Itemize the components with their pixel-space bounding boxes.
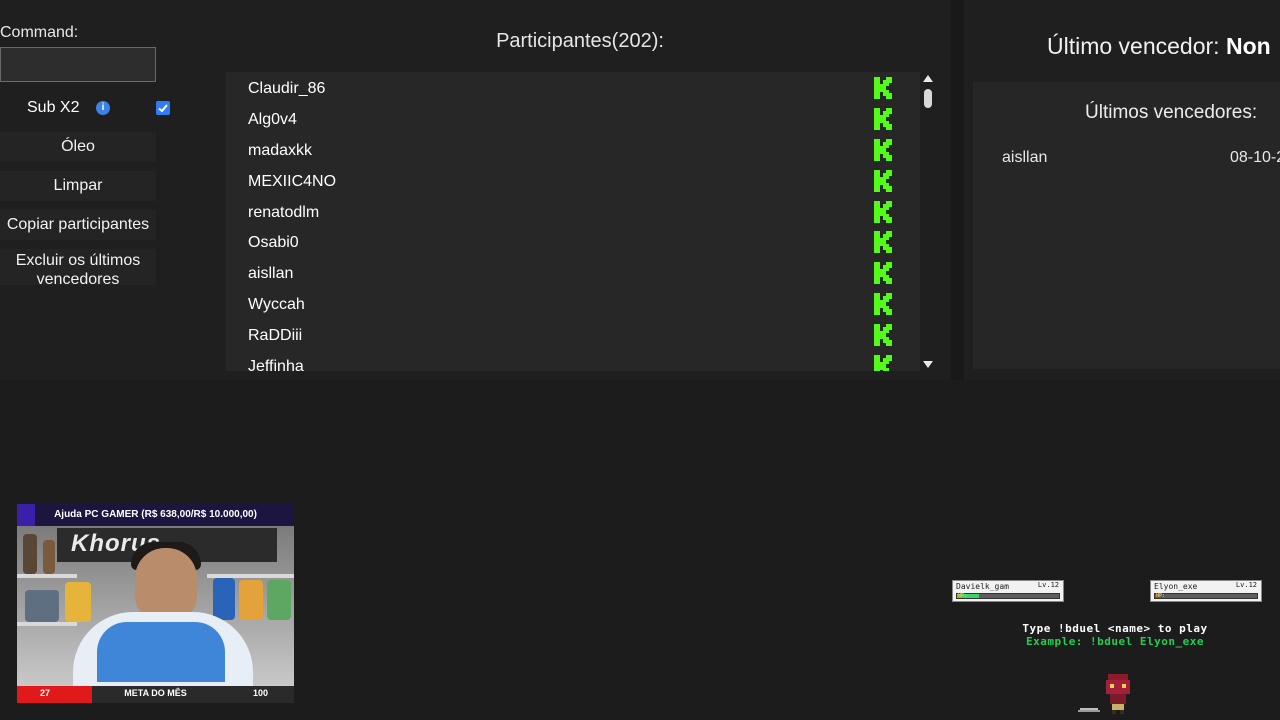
kick-logo-icon: [874, 77, 892, 99]
sub-x2-checkbox[interactable]: [156, 101, 170, 115]
participant-row[interactable]: Osabi0: [226, 226, 920, 257]
scroll-up-arrow-icon[interactable]: [923, 75, 933, 82]
player2-name: Elyon_exe: [1154, 582, 1198, 591]
player1-level: Lv.12: [1037, 581, 1059, 589]
delete-last-winners-label-2: vencedores: [36, 271, 120, 288]
last-winners-title: Últimos vencedores:: [1085, 102, 1258, 123]
checkmark-icon: [158, 104, 168, 113]
participant-row[interactable]: Alg0v4: [226, 103, 920, 134]
participant-row[interactable]: aisllan: [226, 257, 920, 288]
participant-name: aisllan: [248, 265, 294, 283]
player2-hp-card: Elyon_exe Lv.12 HP:: [1150, 580, 1262, 602]
player1-hp-card: Davielk_gam Lv.12 HP:: [952, 580, 1064, 602]
shelf: [17, 574, 77, 578]
panel-divider: [950, 0, 964, 380]
participant-name: RaDDiii: [248, 327, 303, 345]
duel-character-sprite-icon: [1106, 674, 1130, 714]
webcam-video: Khorus: [17, 526, 294, 692]
sprite-shadow-icon: [1078, 708, 1100, 712]
collectible-figure: [267, 580, 291, 620]
collectible-figure: [25, 590, 59, 622]
player2-level: Lv.12: [1235, 581, 1257, 589]
info-icon[interactable]: i: [96, 101, 110, 115]
donation-goal-text: Ajuda PC GAMER (R$ 638,00/R$ 10.000,00): [54, 509, 257, 520]
participants-scrollbar[interactable]: [920, 72, 936, 371]
copy-participants-button[interactable]: Copiar participantes: [0, 210, 156, 240]
winner-row-name: aisllan: [1002, 149, 1048, 166]
participant-name: MEXIIC4NO: [248, 172, 337, 190]
monthly-goal-target: 100: [253, 688, 269, 698]
participant-name: Osabi0: [248, 234, 299, 252]
duel-instruction: Type !bduel <name> to play: [1022, 622, 1208, 635]
collectible-figure: [65, 582, 91, 622]
last-winner-label: Último vencedor:: [1047, 33, 1220, 59]
kick-logo-icon: [874, 231, 892, 254]
streamer-shirt-stripe: [97, 622, 225, 682]
participants-list[interactable]: Claudir_86 Alg0v4 madaxkk MEXIIC4NO renatodl…: [226, 72, 920, 371]
participants-title: Participantes(202):: [496, 30, 664, 52]
last-winners-panel: Últimos vencedores: aisllan 08-10-2: [973, 82, 1280, 369]
oleo-button[interactable]: Óleo: [0, 132, 156, 162]
participant-name: renatodlm: [248, 203, 320, 221]
participant-name: Jeffinha: [248, 358, 304, 371]
player1-name: Davielk_gam: [956, 582, 1009, 591]
participant-row[interactable]: Jeffinha: [226, 350, 920, 371]
kick-logo-icon: [874, 200, 892, 223]
scroll-down-arrow-icon[interactable]: [923, 361, 933, 368]
kick-logo-icon: [874, 169, 892, 192]
shelf: [17, 622, 77, 626]
participant-row[interactable]: Claudir_86: [226, 72, 920, 103]
collectible-figure: [239, 580, 263, 620]
last-winner-heading: Último vencedor: Non: [1047, 33, 1271, 60]
player2-hp-label: HP:: [1156, 593, 1166, 599]
player2-hp-bar: HP:: [1154, 593, 1258, 599]
delete-last-winners-label-1: Excluir os últimos: [15, 252, 141, 269]
last-winner-value: Non: [1225, 33, 1271, 59]
kick-logo-icon: [874, 107, 892, 130]
delete-last-winners-button[interactable]: Excluir os últimos vencedores: [0, 249, 156, 288]
sub-x2-label: Sub X2: [27, 99, 80, 116]
winner-row-date: 08-10-2: [1230, 149, 1280, 166]
player1-hp-bar: HP:: [956, 593, 1060, 599]
collectible-figure: [213, 578, 235, 620]
collectible-figure: [43, 540, 55, 574]
stream-screen: Command: Sub X2 i Óleo Limpar Copiar par…: [0, 0, 1280, 720]
command-input[interactable]: [0, 47, 156, 82]
participant-row[interactable]: Wyccah: [226, 288, 920, 319]
participant-name: madaxkk: [248, 141, 313, 159]
participant-name: Alg0v4: [248, 110, 297, 128]
kick-logo-icon: [874, 324, 892, 347]
streamer-face: [135, 548, 197, 622]
participant-name: Wyccah: [248, 296, 305, 314]
command-label: Command:: [0, 24, 79, 41]
participant-row[interactable]: renatodlm: [226, 196, 920, 227]
player1-hp-label: HP:: [958, 593, 968, 599]
scroll-thumb[interactable]: [924, 89, 932, 108]
webcam-overlay: Ajuda PC GAMER (R$ 638,00/R$ 10.000,00) …: [17, 504, 294, 703]
collectible-figure: [23, 534, 37, 574]
kick-logo-icon: [874, 138, 892, 161]
duel-example: Example: !bduel Elyon_exe: [1025, 635, 1205, 648]
participant-name: Claudir_86: [248, 80, 326, 97]
kick-logo-icon: [874, 355, 892, 371]
participant-row[interactable]: madaxkk: [226, 134, 920, 165]
kick-logo-icon: [874, 262, 892, 285]
kick-logo-icon: [874, 293, 892, 316]
control-panel: Command: Sub X2 i Óleo Limpar Copiar par…: [0, 0, 210, 380]
sub-x2-row: Sub X2 i: [0, 96, 175, 120]
participant-row[interactable]: MEXIIC4NO: [226, 165, 920, 196]
participant-row[interactable]: RaDDiii: [226, 319, 920, 350]
limpar-button[interactable]: Limpar: [0, 171, 156, 201]
